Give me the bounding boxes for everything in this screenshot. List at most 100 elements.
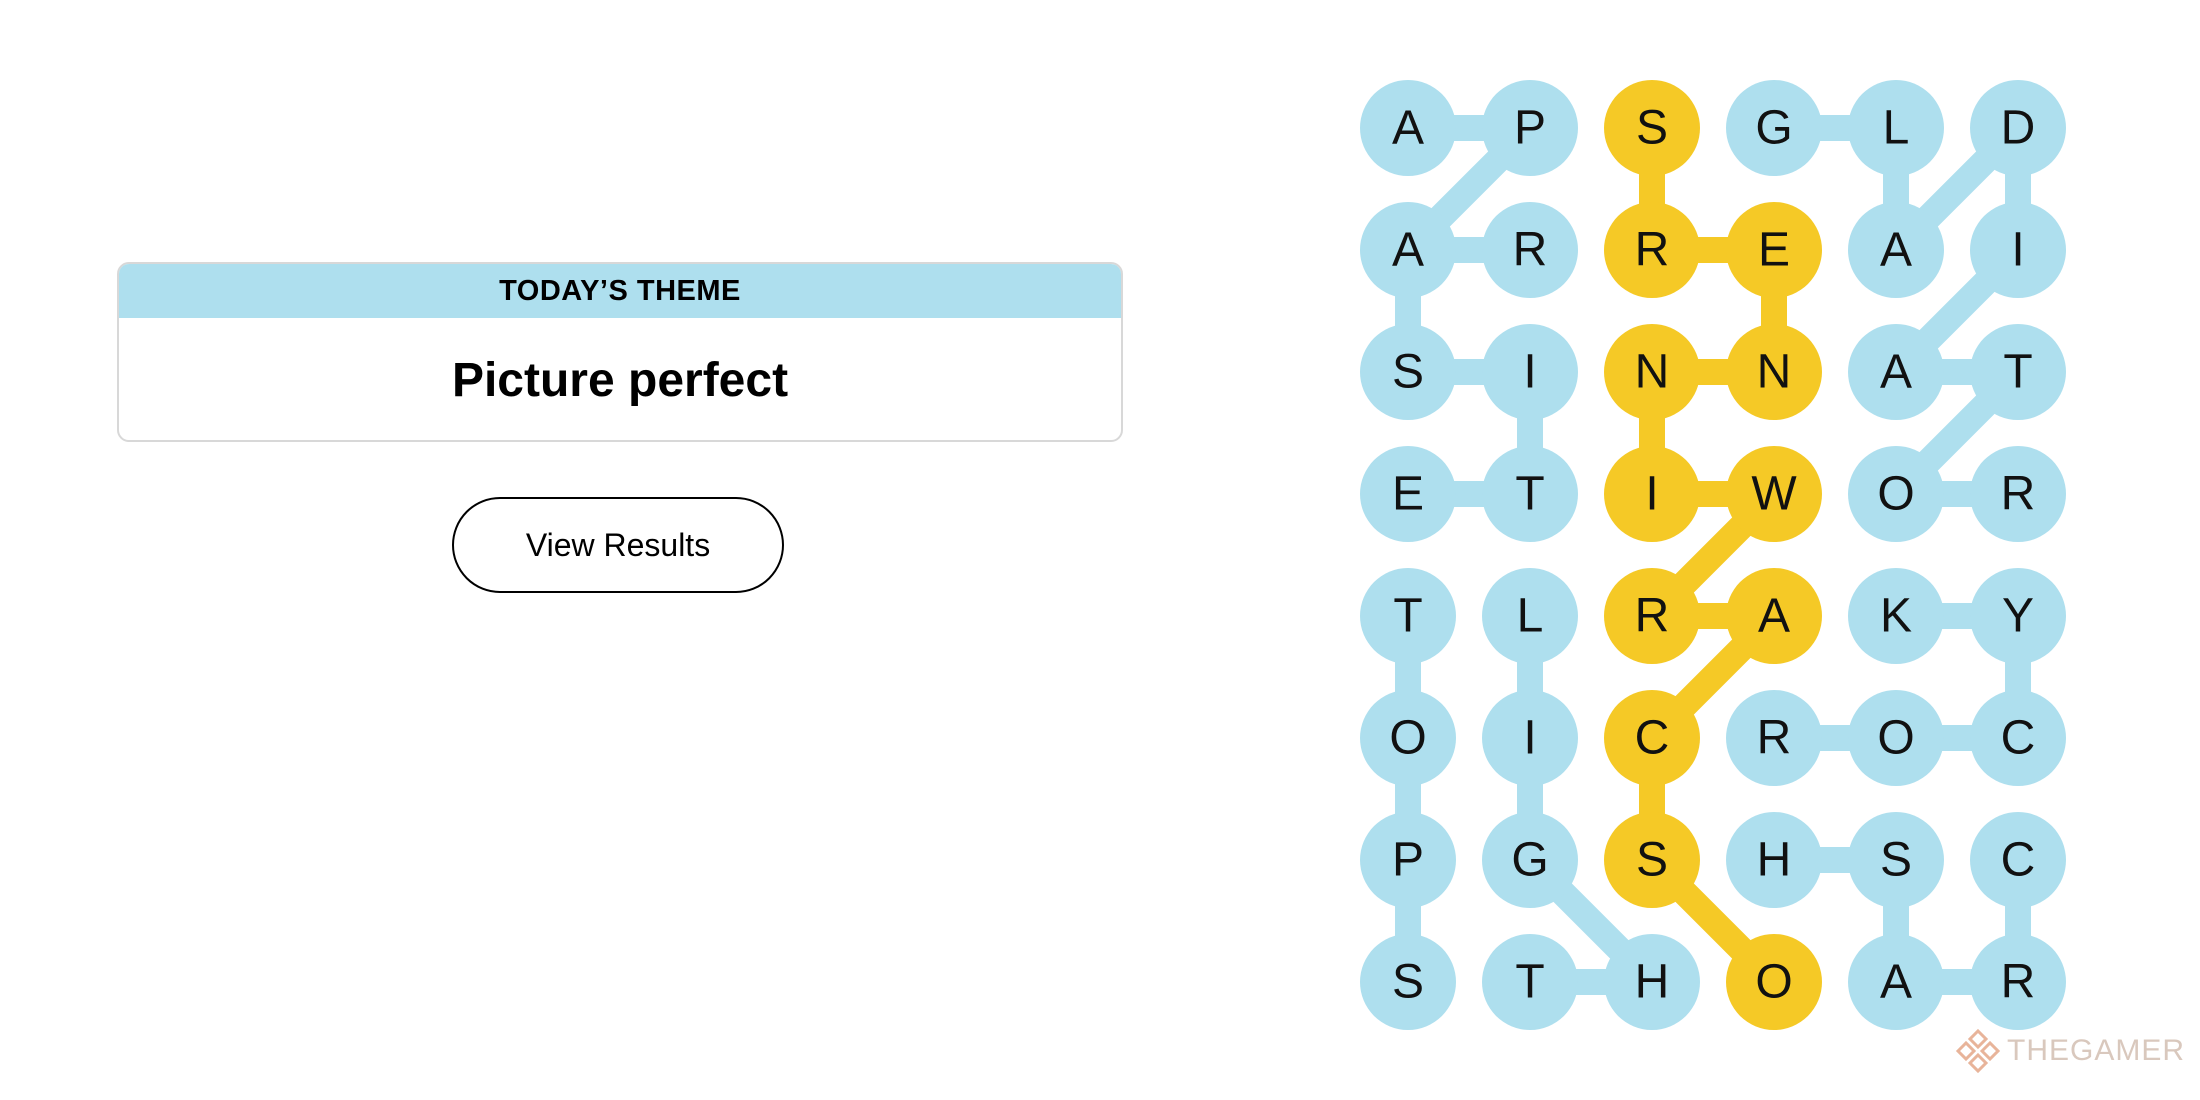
theme-card: TODAY’S THEME Picture perfect <box>117 262 1123 442</box>
letter-cell[interactable]: L <box>1848 80 1944 176</box>
letter-cell[interactable]: I <box>1482 324 1578 420</box>
letter-cell[interactable]: O <box>1360 690 1456 786</box>
letter-cell-letter: R <box>1513 224 1548 277</box>
letter-cell[interactable]: H <box>1726 812 1822 908</box>
letter-cell-letter: G <box>1755 102 1792 155</box>
letter-cell[interactable]: I <box>1604 446 1700 542</box>
letter-cell-letter: O <box>1755 956 1792 1009</box>
letter-cell[interactable]: A <box>1848 202 1944 298</box>
letter-cell[interactable]: T <box>1970 324 2066 420</box>
letter-cell-letter: O <box>1877 468 1914 521</box>
letter-cell[interactable]: S <box>1360 934 1456 1030</box>
letter-cell[interactable]: H <box>1604 934 1700 1030</box>
letter-cell-letter: I <box>1523 346 1536 399</box>
letter-cell-letter: P <box>1392 834 1424 887</box>
letter-cell-letter: N <box>1757 346 1792 399</box>
letter-cell[interactable]: O <box>1848 446 1944 542</box>
letter-cell-letter: C <box>2001 712 2036 765</box>
letter-cell-letter: R <box>1635 224 1670 277</box>
letter-cell-letter: N <box>1635 346 1670 399</box>
letter-cell-letter: A <box>1392 102 1424 155</box>
letter-cell[interactable]: A <box>1360 202 1456 298</box>
letter-cell[interactable]: C <box>1970 690 2066 786</box>
letter-cell-letter: H <box>1635 956 1670 1009</box>
letter-cell-letter: E <box>1758 224 1790 277</box>
letter-cell-letter: O <box>1389 712 1426 765</box>
letter-cell-letter: S <box>1636 102 1668 155</box>
letter-cell-letter: T <box>1393 590 1422 643</box>
letter-cell[interactable]: K <box>1848 568 1944 664</box>
letter-cell-letter: T <box>1515 956 1544 1009</box>
letter-cell-letter: A <box>1880 956 1912 1009</box>
letter-cell[interactable]: S <box>1360 324 1456 420</box>
theme-title: Picture perfect <box>451 353 789 407</box>
letter-cell[interactable]: W <box>1726 446 1822 542</box>
letter-cell[interactable]: O <box>1726 934 1822 1030</box>
letter-board[interactable]: A P S G L D A R R E A I S I N N A T E T I W O R T L R A K Y O I C R O C P G S H… <box>1340 60 2070 1030</box>
letter-cell[interactable]: R <box>1482 202 1578 298</box>
letter-cell[interactable]: R <box>1970 934 2066 1030</box>
letter-cell-letter: W <box>1751 468 1797 521</box>
letter-cell-letter: O <box>1877 712 1914 765</box>
letter-cell[interactable]: E <box>1726 202 1822 298</box>
letter-cell[interactable]: I <box>1970 202 2066 298</box>
letter-cell[interactable]: C <box>1604 690 1700 786</box>
letter-cell[interactable]: T <box>1482 446 1578 542</box>
letter-cell[interactable]: T <box>1360 568 1456 664</box>
letter-cell-letter: T <box>2003 346 2032 399</box>
letter-cell-letter: Y <box>2002 590 2034 643</box>
letter-cell-letter: D <box>2001 102 2036 155</box>
letter-cell-letter: S <box>1880 834 1912 887</box>
letter-cell-letter: R <box>1635 590 1670 643</box>
letter-cell-letter: S <box>1392 346 1424 399</box>
letter-cell-letter: P <box>1514 102 1546 155</box>
letter-cell[interactable]: S <box>1848 812 1944 908</box>
letter-cell-letter: R <box>2001 468 2036 521</box>
watermark-text: THEGAMER <box>2007 1034 2186 1067</box>
letter-cell-letter: T <box>1515 468 1544 521</box>
letter-cell-letter: I <box>2011 224 2024 277</box>
letter-cell-letter: K <box>1880 590 1912 643</box>
letter-cell[interactable]: R <box>1726 690 1822 786</box>
letter-cell[interactable]: E <box>1360 446 1456 542</box>
letter-cell-letter: L <box>1517 590 1544 643</box>
letter-cell-letter: R <box>1757 712 1792 765</box>
letter-cell-letter: I <box>1523 712 1536 765</box>
letter-cell[interactable]: T <box>1482 934 1578 1030</box>
letter-cell[interactable]: C <box>1970 812 2066 908</box>
letter-cell[interactable]: G <box>1726 80 1822 176</box>
letter-cell-letter: A <box>1880 224 1912 277</box>
watermark: THEGAMER <box>1955 1026 2185 1076</box>
letter-cell[interactable]: G <box>1482 812 1578 908</box>
letter-cell-letter: H <box>1757 834 1792 887</box>
theme-header: TODAY’S THEME <box>119 264 1121 318</box>
letter-cell[interactable]: P <box>1482 80 1578 176</box>
letter-cell[interactable]: S <box>1604 812 1700 908</box>
letter-cell[interactable]: I <box>1482 690 1578 786</box>
letter-cell[interactable]: A <box>1848 934 1944 1030</box>
letter-cell[interactable]: D <box>1970 80 2066 176</box>
letter-cell[interactable]: S <box>1604 80 1700 176</box>
letter-cell-letter: A <box>1880 346 1912 399</box>
letter-cell-letter: S <box>1392 956 1424 1009</box>
letter-cell[interactable]: R <box>1604 202 1700 298</box>
letter-cell[interactable]: A <box>1848 324 1944 420</box>
letter-cell-letter: G <box>1511 834 1548 887</box>
letter-cell-letter: S <box>1636 834 1668 887</box>
letter-cell[interactable]: R <box>1970 446 2066 542</box>
letter-cell[interactable]: N <box>1726 324 1822 420</box>
letter-cell[interactable]: R <box>1604 568 1700 664</box>
letter-cell[interactable]: N <box>1604 324 1700 420</box>
letter-cell-letter: E <box>1392 468 1424 521</box>
letter-cell-letter: I <box>1645 468 1658 521</box>
letter-cell[interactable]: A <box>1360 80 1456 176</box>
letter-cell-letter: C <box>2001 834 2036 887</box>
letter-cell[interactable]: Y <box>1970 568 2066 664</box>
letter-cell[interactable]: L <box>1482 568 1578 664</box>
letter-cell[interactable]: P <box>1360 812 1456 908</box>
letter-cell-letter: R <box>2001 956 2036 1009</box>
letter-cell[interactable]: O <box>1848 690 1944 786</box>
view-results-button[interactable]: View Results <box>452 497 784 593</box>
letter-cell-letter: C <box>1635 712 1670 765</box>
letter-cell[interactable]: A <box>1726 568 1822 664</box>
